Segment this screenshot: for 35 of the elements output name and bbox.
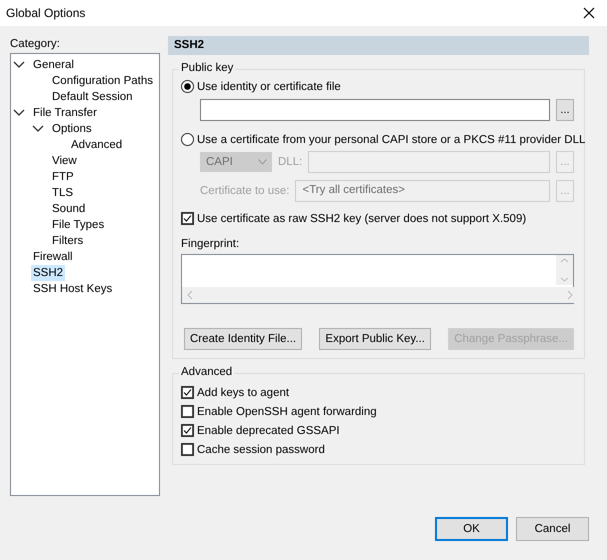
checkbox-label[interactable]: Use certificate as raw SSH2 key (server does not support X.509)	[197, 212, 526, 224]
tree-item[interactable]: View	[50, 153, 79, 169]
dll-label: DLL:	[278, 156, 302, 168]
dialog-button[interactable]: Cancel	[516, 517, 589, 541]
fingerprint-label: Fingerprint:	[181, 238, 240, 250]
tree-item[interactable]: SSH Host Keys	[31, 281, 114, 297]
group-label: Advanced	[179, 366, 234, 378]
browse-button[interactable]: ...	[556, 99, 574, 121]
dialog-button[interactable]: OK	[435, 517, 508, 541]
radio-label[interactable]: Use a certificate from your personal CAPI store or a PKCS #11 provider DLL	[197, 134, 586, 146]
tree-item[interactable]: Configuration Paths	[50, 73, 156, 89]
tree-item[interactable]: General	[31, 57, 76, 73]
certificate-label: Certificate to use:	[200, 185, 290, 197]
checkbox-label[interactable]: Enable deprecated GSSAPI	[197, 424, 340, 436]
checkbox-label[interactable]: Add keys to agent	[197, 386, 290, 398]
action-button[interactable]: Export Public Key...	[319, 328, 432, 350]
action-button[interactable]: Create Identity File...	[184, 328, 302, 350]
panel-header: SSH2	[168, 36, 589, 55]
tree-item[interactable]: Options	[50, 121, 94, 137]
tree-item[interactable]: File Transfer	[31, 105, 99, 121]
tree-item[interactable]: Filters	[50, 233, 86, 249]
tree-item[interactable]: Sound	[50, 201, 88, 217]
category-label: Category:	[10, 37, 61, 50]
tree-item[interactable]: TLS	[50, 185, 76, 201]
checkbox-label[interactable]: Enable OpenSSH agent forwarding	[197, 406, 377, 418]
tree-item[interactable]: SSH2	[31, 265, 66, 281]
tree-item[interactable]: Default Session	[50, 89, 135, 105]
tree-item[interactable]: Firewall	[31, 249, 75, 265]
checkbox-label[interactable]: Cache session password	[197, 444, 325, 456]
tree-item[interactable]: Advanced	[69, 137, 124, 153]
window-title: Global Options	[6, 6, 86, 20]
radio-label[interactable]: Use identity or certificate file	[197, 80, 341, 92]
group-label: Public key	[179, 62, 236, 74]
tree-item[interactable]: FTP	[50, 169, 76, 185]
tree-item[interactable]: File Types	[50, 217, 106, 233]
